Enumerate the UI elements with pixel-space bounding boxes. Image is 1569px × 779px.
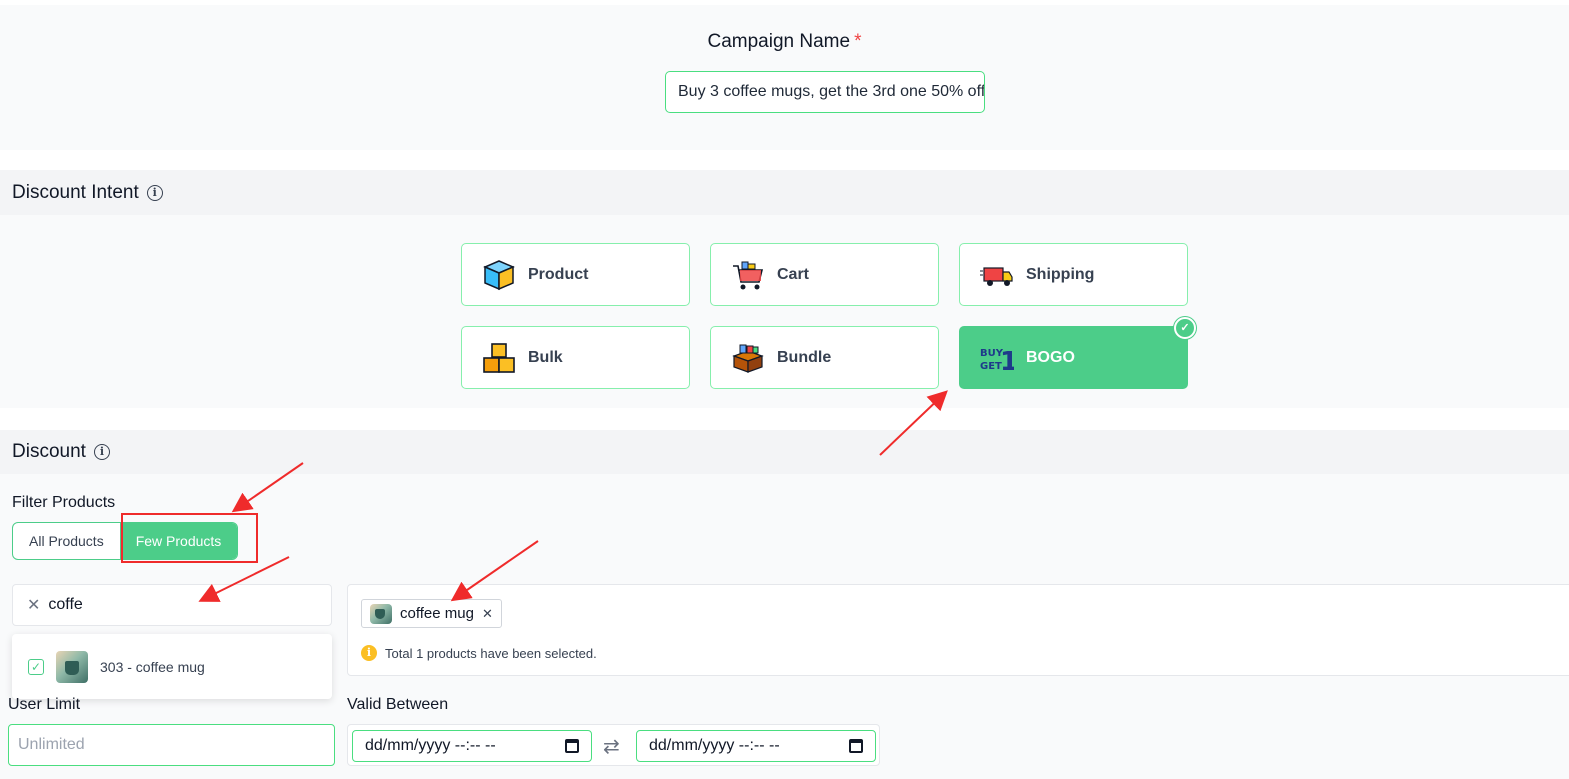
- box-icon: [482, 258, 516, 292]
- remove-tag-icon[interactable]: ✕: [482, 606, 493, 622]
- required-mark: *: [854, 31, 862, 52]
- info-icon[interactable]: i: [93, 444, 110, 460]
- intent-option-bundle[interactable]: Bundle: [710, 326, 939, 389]
- svg-text:1: 1: [1000, 347, 1014, 375]
- filter-products-label: Filter Products: [12, 494, 116, 511]
- svg-text:GET: GET: [980, 361, 1002, 372]
- discount-intent-title: Discount Intent i: [12, 182, 163, 204]
- intent-option-bogo[interactable]: BUY GET 1 BOGO ✓: [959, 317, 1196, 389]
- product-thumbnail: [56, 650, 88, 683]
- result-label: 303 - coffee mug: [100, 658, 205, 675]
- discount-header: [0, 430, 1569, 474]
- search-value: coffe: [48, 596, 83, 613]
- selected-check-icon: ✓: [1174, 317, 1196, 339]
- selected-product-tag: coffee mug ✕: [361, 599, 502, 628]
- intent-option-bulk[interactable]: Bulk: [461, 326, 690, 389]
- campaign-name-label: Campaign Name *: [707, 31, 862, 52]
- campaign-name-input[interactable]: Buy 3 coffee mugs, get the 3rd one 50% o…: [665, 71, 985, 113]
- calendar-icon[interactable]: [565, 739, 579, 753]
- user-limit-input[interactable]: Unlimited: [8, 724, 335, 766]
- selection-notice: i Total 1 products have been selected.: [361, 645, 597, 661]
- annotation-highlight-box: [121, 513, 258, 563]
- shopping-cart-icon: [731, 258, 765, 292]
- start-date-input[interactable]: dd/mm/yyyy --:-- --: [352, 730, 592, 762]
- valid-between-label: Valid Between: [347, 696, 449, 713]
- discount-title: Discount i: [12, 441, 110, 463]
- user-limit-label: User Limit: [8, 696, 81, 713]
- valid-between-range: dd/mm/yyyy --:-- -- ⇄ dd/mm/yyyy --:-- -…: [347, 724, 880, 766]
- discount-intent-header: [0, 170, 1569, 215]
- intent-option-shipping[interactable]: Shipping: [959, 243, 1188, 306]
- info-warning-icon: i: [361, 645, 377, 661]
- filter-all-products-button[interactable]: All Products: [13, 523, 120, 559]
- selected-products-box: coffee mug ✕ i Total 1 products have bee…: [347, 584, 1569, 676]
- tag-label: coffee mug: [400, 605, 474, 622]
- calendar-icon[interactable]: [849, 739, 863, 753]
- result-checkbox[interactable]: ✓: [28, 658, 44, 675]
- swap-icon: ⇄: [603, 736, 620, 758]
- intent-option-cart[interactable]: Cart: [710, 243, 939, 306]
- product-thumbnail: [370, 603, 392, 624]
- search-result-item[interactable]: ✓ 303 - coffee mug: [12, 634, 332, 699]
- bundle-box-icon: [731, 341, 765, 375]
- info-icon[interactable]: i: [146, 185, 163, 201]
- intent-option-product[interactable]: Product: [461, 243, 690, 306]
- stacked-boxes-icon: [482, 341, 516, 375]
- buy-get-one-icon: BUY GET 1: [980, 341, 1014, 375]
- product-search-input[interactable]: ✕ coffe: [12, 584, 332, 626]
- end-date-input[interactable]: dd/mm/yyyy --:-- --: [636, 730, 876, 762]
- clear-search-icon[interactable]: ✕: [27, 595, 40, 615]
- delivery-truck-icon: [980, 258, 1014, 292]
